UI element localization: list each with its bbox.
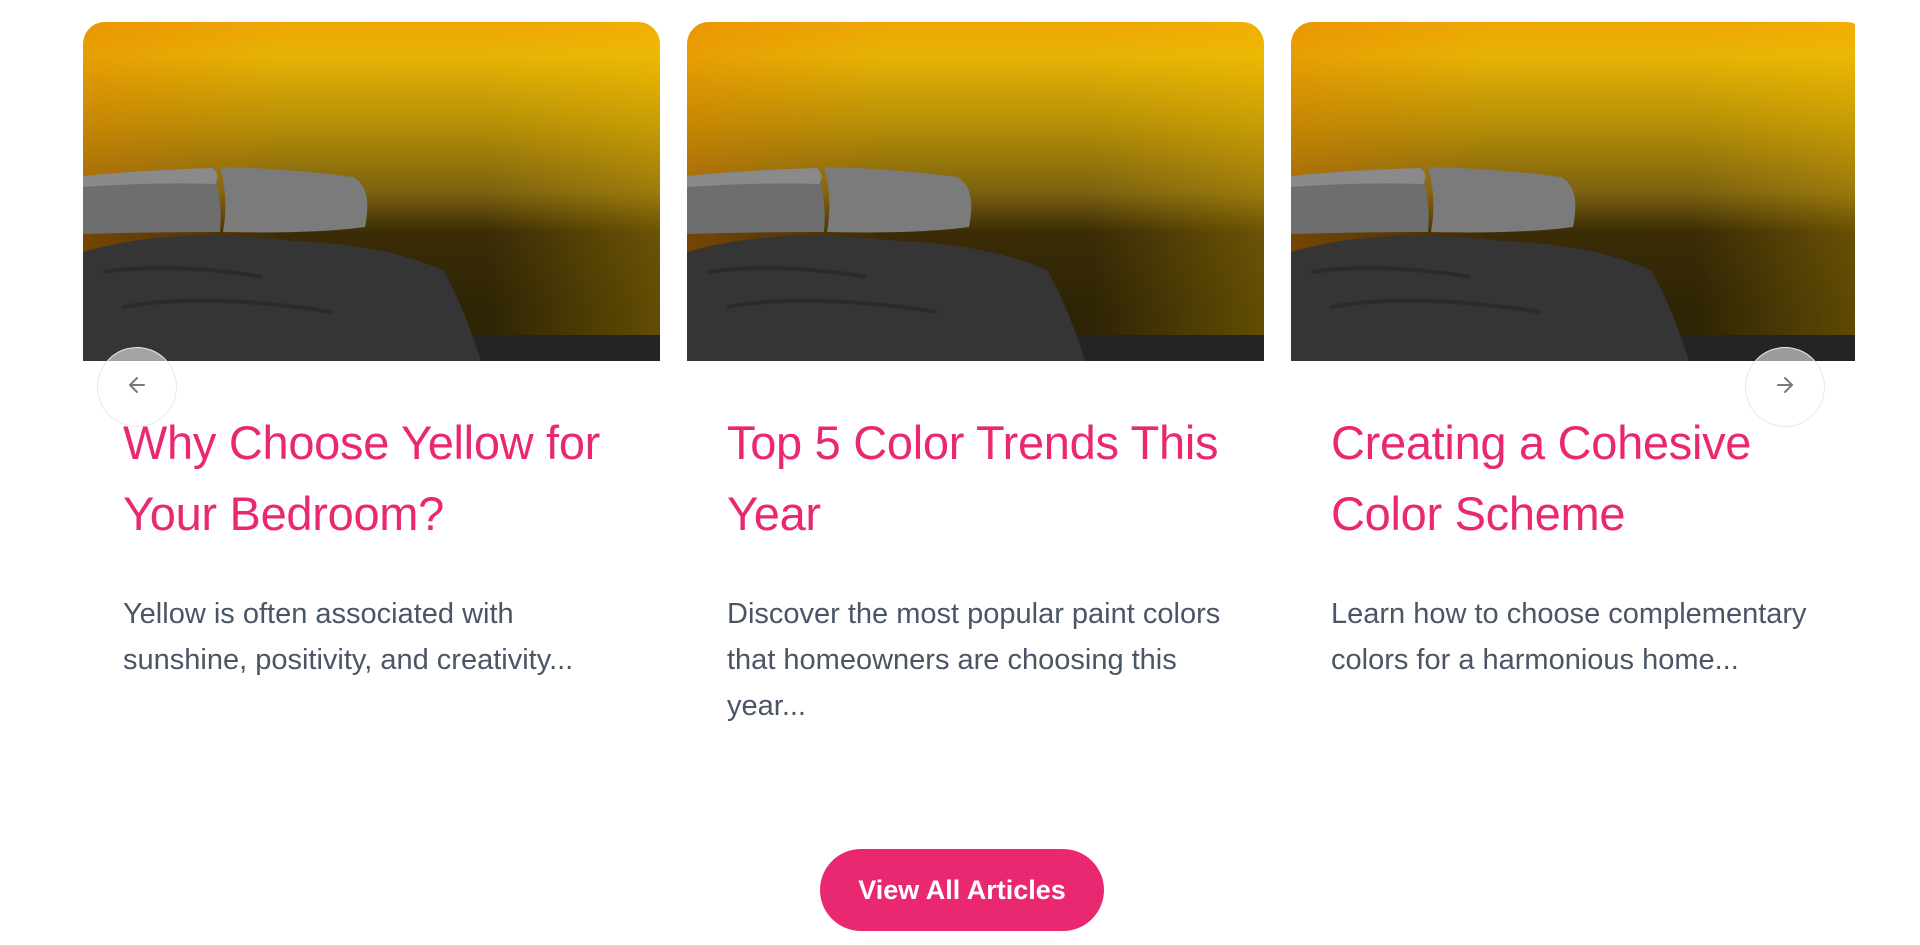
article-image-color-trends[interactable] (687, 22, 1264, 361)
arrow-left-icon (125, 373, 149, 402)
article-card-body: Top 5 Color Trends This Year Discover th… (687, 361, 1264, 722)
carousel-next-button[interactable] (1745, 347, 1825, 427)
carousel-prev-button[interactable] (97, 347, 177, 427)
arrow-right-icon (1773, 373, 1797, 402)
article-excerpt: Learn how to choose complementary colors… (1331, 598, 1807, 676)
article-card[interactable]: Top 5 Color Trends This Year Discover th… (687, 22, 1264, 722)
carousel-track: Why Choose Yellow for Your Bedroom? Yell… (83, 22, 1855, 722)
articles-section: Why Choose Yellow for Your Bedroom? Yell… (0, 0, 1920, 945)
article-title[interactable]: Creating a Cohesive Color Scheme (1331, 407, 1828, 549)
view-all-articles-button[interactable]: View All Articles (820, 849, 1104, 931)
article-excerpt: Yellow is often associated with sunshine… (123, 598, 574, 676)
article-excerpt: Discover the most popular paint colors t… (727, 598, 1221, 722)
articles-carousel: Why Choose Yellow for Your Bedroom? Yell… (83, 22, 1855, 722)
article-image-color-scheme[interactable] (1291, 22, 1855, 361)
article-title[interactable]: Top 5 Color Trends This Year (727, 407, 1224, 549)
article-title[interactable]: Why Choose Yellow for Your Bedroom? (123, 407, 620, 549)
article-image-yellow-bedroom[interactable] (83, 22, 660, 361)
article-card[interactable]: Why Choose Yellow for Your Bedroom? Yell… (83, 22, 660, 683)
